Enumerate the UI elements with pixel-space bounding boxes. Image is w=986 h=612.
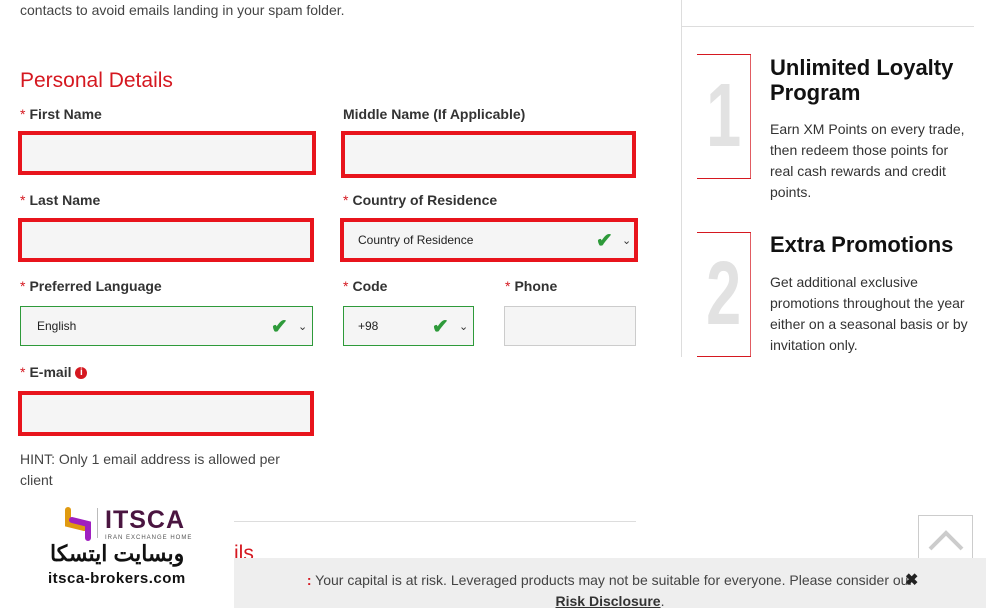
promo-number-2: 2: [697, 232, 751, 357]
first-name-label: * First Name: [20, 106, 102, 122]
chevron-down-icon: ⌄: [298, 320, 308, 333]
watermark-brand: ITSCA: [105, 506, 185, 534]
risk-suffix: .: [660, 593, 665, 609]
code-select[interactable]: +98 ✔ ⌄: [343, 306, 474, 346]
code-value: +98: [358, 319, 379, 333]
section2-title: ils: [234, 542, 254, 558]
chevron-down-icon: ⌄: [459, 320, 469, 333]
language-value: English: [37, 319, 77, 333]
first-name-input[interactable]: [18, 131, 316, 175]
promo-text: Get additional exclusive promotions thro…: [770, 274, 968, 353]
check-icon: ✔: [271, 315, 288, 338]
chevron-up-icon: [928, 530, 963, 551]
divider: [681, 26, 974, 27]
middle-name-input[interactable]: [341, 131, 636, 178]
language-label: * Preferred Language: [20, 278, 162, 294]
email-hint: HINT: Only 1 email address is allowed pe…: [20, 451, 280, 488]
promo-title: Unlimited Loyalty Program: [770, 55, 954, 105]
code-label: * Code: [343, 278, 388, 294]
email-label: * E-mail i: [20, 364, 88, 380]
middle-name-label: Middle Name (If Applicable): [343, 106, 526, 122]
email-input[interactable]: [18, 391, 314, 436]
intro-text: contacts to avoid emails landing in your…: [20, 2, 345, 18]
phone-input[interactable]: [504, 306, 636, 346]
country-select[interactable]: Country of Residence ✔ ⌄: [340, 218, 638, 262]
risk-warning-bar: : Your capital is at risk. Leveraged pro…: [234, 558, 986, 609]
column-divider: [681, 0, 682, 357]
close-icon[interactable]: ✖: [905, 570, 918, 590]
divider: [234, 521, 636, 522]
promo-title: Extra Promotions: [770, 232, 954, 257]
watermark-logo: ITSCA IRAN EXCHANGE HOME وبسایت ایتسکا i…: [0, 500, 234, 595]
risk-disclosure-link[interactable]: Risk Disclosure: [556, 593, 661, 609]
last-name-label: * Last Name: [20, 192, 101, 208]
language-select[interactable]: English ✔ ⌄: [20, 306, 313, 346]
watermark-persian: وبسایت ایتسکا: [50, 541, 185, 566]
promo-text: Earn XM Points on every trade, then rede…: [770, 121, 965, 200]
phone-label: * Phone: [505, 278, 558, 294]
check-icon: ✔: [596, 229, 613, 252]
watermark-site: itsca-brokers.com: [48, 570, 186, 587]
itsca-logo-icon: [65, 507, 91, 541]
chevron-down-icon: ⌄: [622, 234, 632, 247]
promo-number-1: 1: [697, 54, 751, 179]
info-icon[interactable]: i: [75, 367, 88, 380]
country-value: Country of Residence: [358, 233, 474, 247]
check-icon: ✔: [432, 315, 449, 338]
section-title: Personal Details: [20, 69, 173, 92]
country-label: * Country of Residence: [343, 192, 498, 208]
last-name-input[interactable]: [18, 218, 314, 262]
risk-text: Your capital is at risk. Leveraged produ…: [311, 572, 914, 588]
